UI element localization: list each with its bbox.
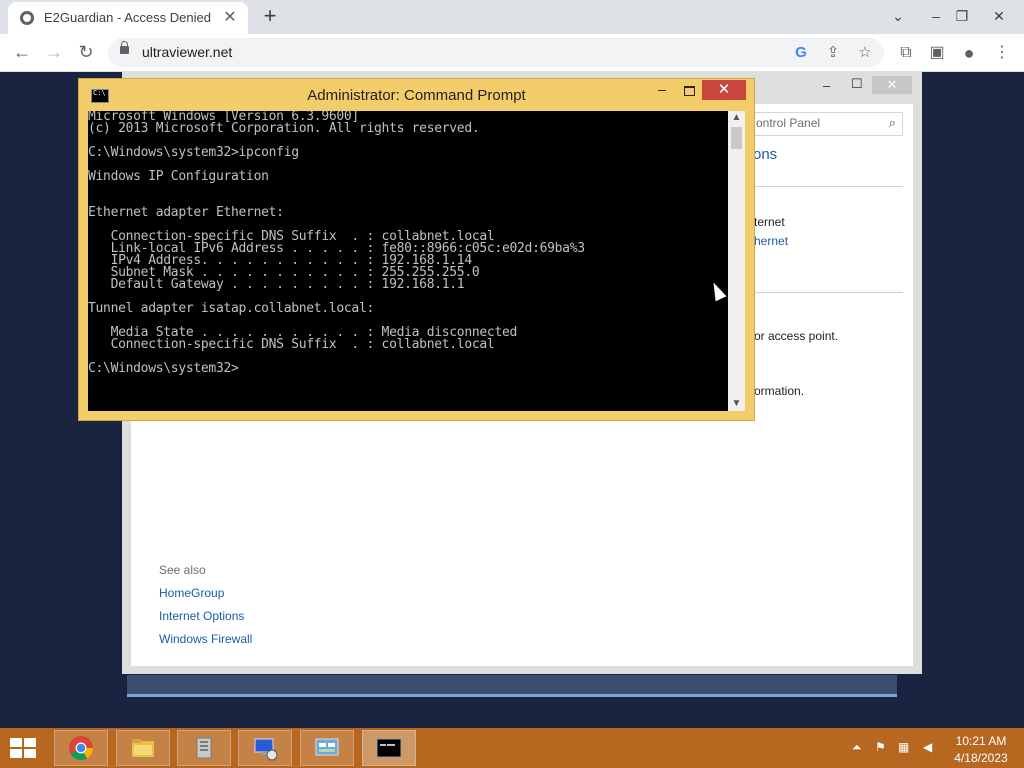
url-text[interactable]: ultraviewer.net	[142, 44, 232, 60]
control-panel-search-input[interactable]: ontrol Panel ⌕	[751, 112, 903, 136]
console-line: Ethernet adapter Ethernet:	[88, 205, 284, 220]
see-also-title: See also	[159, 563, 206, 577]
scroll-up-arrow-icon[interactable]: ▲	[728, 111, 745, 125]
bookmark-star-icon[interactable]: ☆	[854, 42, 876, 64]
profile-avatar-icon[interactable]: ●	[957, 41, 981, 65]
action-center-flag-icon[interactable]: ⚑	[875, 740, 886, 754]
show-hidden-icons-icon[interactable]: ⏶	[852, 740, 862, 755]
console-line: (c) 2013 Microsoft Corporation. All righ…	[88, 121, 480, 136]
page-heading: ons	[753, 146, 778, 163]
browser-tab[interactable]: E2Guardian - Access Denied ✕	[8, 2, 248, 34]
scroll-down-arrow-icon[interactable]: ▼	[728, 397, 745, 411]
network-icon[interactable]: ▦	[898, 740, 909, 754]
console-line: Windows IP Configuration	[88, 169, 269, 184]
command-prompt-window: Administrator: Command Prompt – ✕ Micros…	[78, 78, 755, 421]
folder-icon	[132, 739, 154, 757]
windows-logo-pane	[10, 749, 22, 758]
back-button[interactable]: ←	[10, 40, 34, 64]
share-icon[interactable]: ⇪	[822, 42, 844, 64]
new-tab-button[interactable]: +	[258, 5, 282, 29]
internet-options-link[interactable]: Internet Options	[159, 609, 244, 623]
window-close-button[interactable]: ✕	[984, 4, 1014, 28]
cp-minimize-button[interactable]: –	[823, 78, 830, 93]
background-window-strip	[127, 675, 897, 697]
server-icon	[196, 737, 212, 759]
tab-title: E2Guardian - Access Denied	[44, 10, 211, 25]
connection-ethernet-link[interactable]: hernet	[754, 234, 788, 248]
clock-time[interactable]: 10:21 AM	[948, 734, 1014, 748]
lock-icon[interactable]	[120, 41, 129, 54]
windows-logo-pane	[24, 738, 36, 747]
volume-icon[interactable]: ◀	[923, 740, 932, 754]
console-line: Connection-specific DNS Suffix . : colla…	[88, 337, 495, 352]
tab-search-icon[interactable]: ⌄	[883, 4, 913, 28]
start-button[interactable]	[10, 738, 38, 760]
cmd-window-title: Administrator: Command Prompt	[307, 87, 526, 104]
scroll-thumb[interactable]	[731, 127, 742, 149]
divider	[751, 186, 903, 187]
command-prompt-icon	[376, 738, 402, 758]
cmd-close-button[interactable]: ✕	[702, 80, 746, 100]
remote-desktop-icon	[254, 738, 278, 761]
tab-close-icon[interactable]: ✕	[220, 8, 240, 28]
console-output[interactable]: Microsoft Windows [Version 6.3.9600] (c) …	[88, 111, 728, 411]
cmd-minimize-button[interactable]: –	[654, 81, 670, 101]
windows-logo-pane	[24, 749, 36, 758]
homegroup-link[interactable]: HomeGroup	[159, 586, 224, 600]
console-scrollbar[interactable]: ▲ ▼	[728, 111, 745, 411]
console-line: Default Gateway . . . . . . . . . : 192.…	[88, 277, 465, 292]
console-line: C:\Windows\system32>	[88, 361, 239, 376]
console-line: Tunnel adapter isatap.collabnet.local:	[88, 301, 375, 316]
side-panel-icon[interactable]: ▣	[925, 41, 949, 65]
browser-tab-strip: E2Guardian - Access Denied ✕ + ⌄ – ❐ ✕	[0, 0, 1024, 34]
taskbar-remote-desktop[interactable]	[238, 730, 292, 766]
information-text: ormation.	[754, 384, 805, 398]
windows-firewall-link[interactable]: Windows Firewall	[159, 632, 252, 646]
google-lens-icon[interactable]: G	[790, 42, 812, 64]
clock-date[interactable]: 4/18/2023	[948, 751, 1014, 765]
search-icon: ⌕	[888, 115, 896, 130]
search-placeholder: ontrol Panel	[756, 116, 821, 130]
cmd-maximize-button[interactable]	[681, 81, 697, 101]
browser-toolbar: ← → ↻ ultraviewer.net G ⇪ ☆ ⧉ ▣ ● ⋮	[0, 34, 1024, 72]
window-restore-button[interactable]: ❐	[947, 4, 977, 28]
console-text: Microsoft Windows [Version 6.3.9600] (c) …	[88, 111, 585, 375]
windows-logo-icon	[10, 738, 22, 747]
reload-button[interactable]: ↻	[74, 40, 98, 64]
connection-label: ternet	[754, 215, 785, 229]
extensions-icon[interactable]: ⧉	[894, 41, 918, 65]
divider	[751, 292, 903, 293]
taskbar-server-manager[interactable]	[177, 730, 231, 766]
cp-maximize-button[interactable]: ☐	[851, 76, 863, 92]
globe-icon	[20, 11, 34, 25]
maximize-icon	[683, 86, 695, 96]
address-bar[interactable]: ultraviewer.net G ⇪ ☆	[108, 38, 884, 67]
console-line: C:\Windows\system32>ipconfig	[88, 145, 299, 160]
cp-close-button[interactable]: ✕	[872, 76, 912, 94]
taskbar-control-panel[interactable]	[300, 730, 354, 766]
access-point-text: or access point.	[754, 329, 839, 343]
chrome-icon	[69, 736, 93, 761]
taskbar-chrome[interactable]	[54, 730, 108, 766]
forward-button[interactable]: →	[42, 40, 66, 64]
chrome-menu-icon[interactable]: ⋮	[990, 41, 1014, 65]
control-panel-icon	[315, 738, 339, 756]
windows-taskbar: ⏶ ⚑ ▦ ◀	[0, 728, 1024, 768]
taskbar-command-prompt[interactable]	[362, 730, 416, 766]
taskbar-file-explorer[interactable]	[116, 730, 170, 766]
